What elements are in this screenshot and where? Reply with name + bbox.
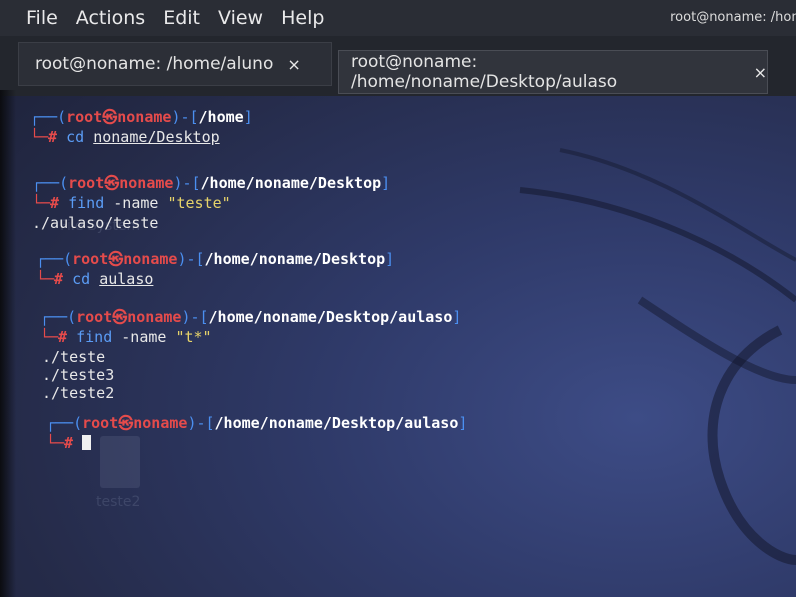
command-name: find	[76, 328, 113, 346]
prompt-hash: └─#	[30, 128, 67, 146]
command-line: └─# cd noname/Desktop	[30, 128, 220, 146]
prompt-close: ]	[452, 308, 462, 326]
prompt-line: ┌──(root㉿noname)-[/home/noname/Desktop]	[36, 250, 394, 268]
prompt-close: ]	[385, 250, 395, 268]
tab-label: root@noname: /home/noname/Desktop/aulaso	[351, 52, 618, 92]
menu-help[interactable]: Help	[281, 5, 324, 31]
prompt-hash: └─#	[36, 270, 73, 288]
prompt-mid: )-[	[181, 308, 209, 326]
prompt-open: ┌──(	[32, 174, 69, 192]
command-name: find	[68, 194, 105, 212]
prompt-mid: )-[	[173, 174, 201, 192]
prompt-user: root㉿noname	[82, 414, 188, 432]
close-icon[interactable]: ×	[287, 55, 300, 74]
command-line: └─# cd aulaso	[36, 270, 153, 288]
menubar: File Actions Edit View Help root@noname:…	[0, 0, 796, 36]
screen: File System teste2 File Actions Edit Vie…	[0, 0, 796, 597]
terminal-output[interactable]: ┌──(root㉿noname)-[/home] └─# cd noname/D…	[0, 96, 796, 597]
prompt-open: ┌──(	[46, 414, 83, 432]
prompt-open: ┌──(	[40, 308, 77, 326]
prompt-line: ┌──(root㉿noname)-[/home/noname/Desktop/a…	[46, 414, 467, 432]
close-icon[interactable]: ×	[754, 63, 767, 82]
output-line: ./teste2	[42, 384, 115, 402]
tab-label: root@noname: /home/aluno	[35, 54, 274, 74]
prompt-hash: └─#	[46, 434, 83, 452]
screen-bezel	[0, 90, 16, 597]
command-arg: aulaso	[99, 270, 154, 288]
menu-file[interactable]: File	[26, 5, 58, 31]
prompt-close: ]	[381, 174, 391, 192]
prompt-path: /home/noname/Desktop	[204, 250, 386, 268]
prompt-user: root㉿noname	[76, 308, 182, 326]
prompt-close: ]	[458, 414, 468, 432]
command-line: └─# find -name "teste"	[32, 194, 231, 212]
output-line: ./aulaso/teste	[32, 214, 159, 232]
command-arg: -name	[113, 194, 159, 212]
command-string: "t*"	[175, 328, 212, 346]
tab-desktop-aulaso[interactable]: root@noname: /home/noname/Desktop/aulaso…	[338, 50, 768, 94]
prompt-close: ]	[243, 108, 253, 126]
prompt-hash: └─#	[40, 328, 77, 346]
prompt-mid: )-[	[171, 108, 199, 126]
prompt-path: /home/noname/Desktop/aulaso	[214, 414, 459, 432]
command-string: "teste"	[167, 194, 231, 212]
menu-actions[interactable]: Actions	[76, 5, 145, 31]
prompt-user: root㉿noname	[72, 250, 178, 268]
text-cursor	[82, 435, 92, 450]
prompt-path: /home/noname/Desktop	[200, 174, 382, 192]
command-line: └─# find -name "t*"	[40, 328, 212, 346]
prompt-user: root㉿noname	[66, 108, 172, 126]
command-name: cd	[66, 128, 85, 146]
prompt-path: /home	[198, 108, 244, 126]
output-line: ./teste3	[42, 366, 115, 384]
prompt-path: /home/noname/Desktop/aulaso	[208, 308, 453, 326]
menu-edit[interactable]: Edit	[163, 5, 200, 31]
prompt-line: ┌──(root㉿noname)-[/home/noname/Desktop/a…	[40, 308, 461, 326]
prompt-open: ┌──(	[36, 250, 73, 268]
prompt-mid: )-[	[187, 414, 215, 432]
prompt-line: ┌──(root㉿noname)-[/home/noname/Desktop]	[32, 174, 390, 192]
window-title: root@noname: /hom	[670, 10, 796, 25]
prompt-mid: )-[	[177, 250, 205, 268]
command-line[interactable]: └─#	[46, 434, 92, 452]
menu-view[interactable]: View	[218, 5, 263, 31]
command-name: cd	[72, 270, 91, 288]
tab-bar: root@noname: /home/aluno × root@noname: …	[0, 36, 796, 96]
tab-home-aluno[interactable]: root@noname: /home/aluno ×	[18, 42, 332, 86]
command-arg: noname/Desktop	[93, 128, 220, 146]
output-line: ./teste	[42, 348, 106, 366]
prompt-hash: └─#	[32, 194, 69, 212]
command-arg: -name	[121, 328, 167, 346]
prompt-line: ┌──(root㉿noname)-[/home]	[30, 108, 253, 126]
prompt-user: root㉿noname	[68, 174, 174, 192]
prompt-open: ┌──(	[30, 108, 67, 126]
